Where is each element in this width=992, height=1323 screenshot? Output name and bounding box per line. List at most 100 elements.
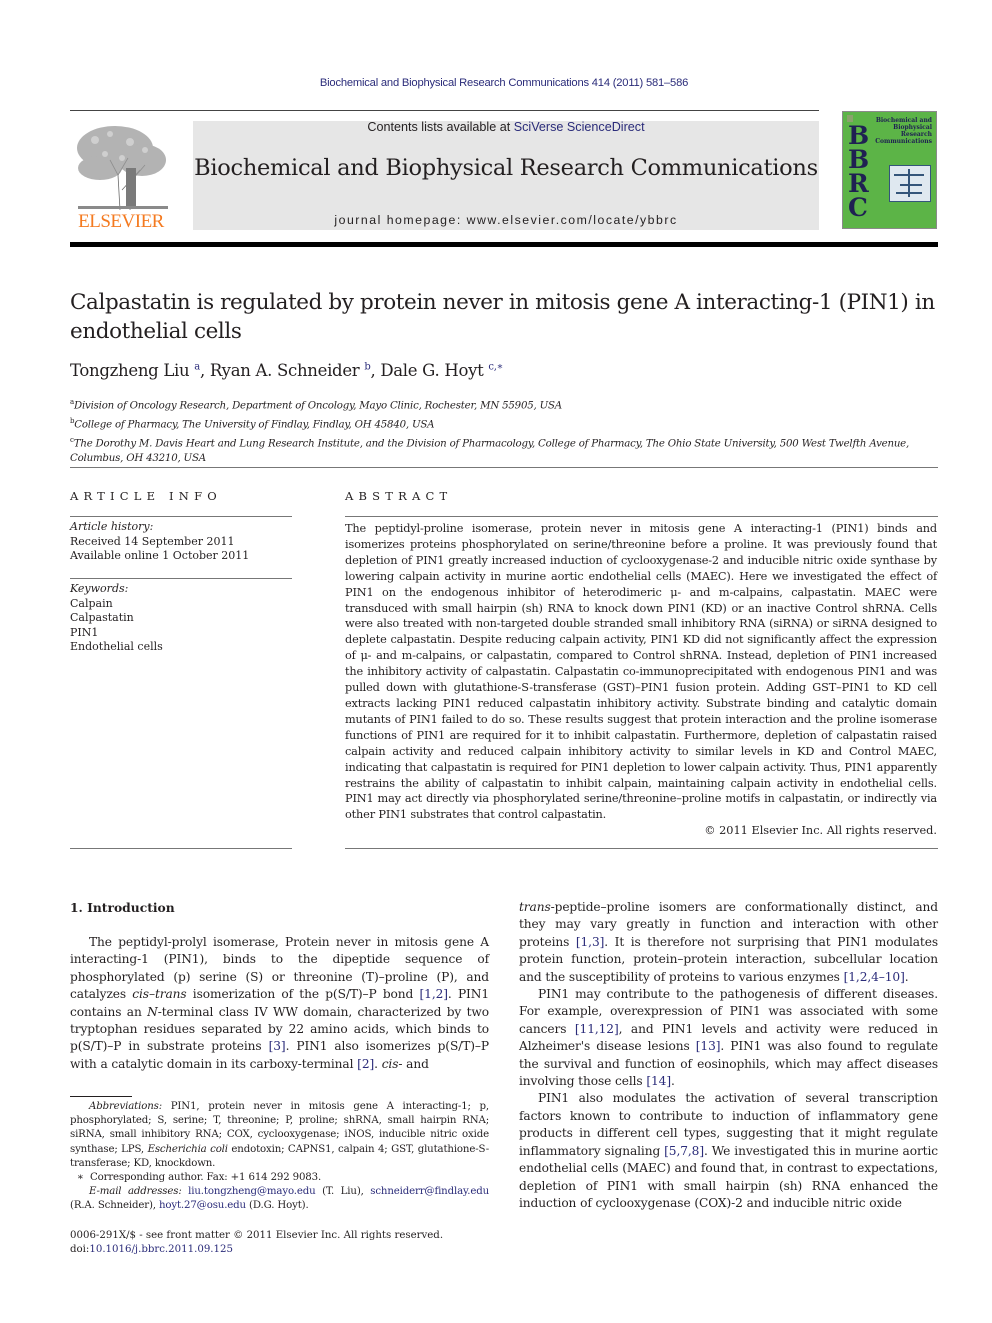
- italic-term: trans: [519, 900, 551, 914]
- body-right-column: trans-peptide–proline isomers are confor…: [519, 899, 938, 1212]
- text-run: .: [374, 1056, 382, 1071]
- sciencedirect-link[interactable]: SciVerse ScienceDirect: [514, 120, 645, 134]
- cover-letter: C: [848, 193, 868, 222]
- tree-icon: [77, 126, 168, 211]
- contents-prefix: Contents lists available at: [367, 120, 514, 134]
- author-separator: ,: [370, 361, 381, 380]
- issn-line: 0006-291X/$ - see front matter © 2011 El…: [70, 1230, 444, 1241]
- cover-title-line: Communications: [875, 138, 932, 145]
- citation-link[interactable]: [5,7,8]: [664, 1144, 704, 1158]
- author[interactable]: Ryan A. Schneider b: [210, 361, 371, 380]
- journal-homepage: journal homepage: www.elsevier.com/locat…: [193, 213, 819, 227]
- affiliation-mark[interactable]: c,∗: [488, 362, 503, 373]
- citation-link[interactable]: [1,2]: [420, 987, 449, 1001]
- affiliation: aDivision of Oncology Research, Departme…: [70, 395, 940, 414]
- cover-title-line: Biochemical and: [875, 117, 932, 124]
- received-date: Received 14 September 2011: [70, 534, 235, 548]
- section-heading-introduction: 1. Introduction: [70, 900, 175, 915]
- affiliations: aDivision of Oncology Research, Departme…: [70, 395, 940, 467]
- elsevier-wordmark[interactable]: ELSEVIER: [70, 211, 172, 233]
- title-block-rule: [70, 467, 938, 468]
- abstract-rule: [345, 516, 938, 517]
- italic-term: cis: [381, 1056, 399, 1071]
- journal-cover[interactable]: B B R C Biochemical and Biophysical Rese…: [842, 111, 937, 229]
- affiliation: bCollege of Pharmacy, The University of …: [70, 414, 940, 433]
- cover-image: [889, 165, 931, 202]
- cover-title: Biochemical and Biophysical Research Com…: [872, 117, 932, 145]
- footnote-rule: [70, 1096, 132, 1097]
- email-footnote: E-mail addresses: liu.tongzheng@mayo.edu…: [70, 1185, 489, 1213]
- homepage-prefix: journal homepage:: [334, 213, 467, 227]
- italic-term: N: [147, 1004, 158, 1019]
- footnotes: Abbreviations: PIN1, protein never in mi…: [70, 1100, 489, 1214]
- keywords-label: Keywords:: [70, 582, 129, 595]
- journal-title: Biochemical and Biophysical Research Com…: [194, 155, 818, 181]
- text-run: .: [671, 1074, 675, 1089]
- paragraph: trans-peptide–proline isomers are confor…: [519, 899, 938, 986]
- abbreviations-footnote: Abbreviations: PIN1, protein never in mi…: [70, 1100, 489, 1171]
- paragraph: The peptidyl-prolyl isomerase, Protein n…: [70, 934, 489, 1073]
- doi-line: doi:10.1016/j.bbrc.2011.09.125: [70, 1243, 489, 1257]
- affiliation-text: Division of Oncology Research, Departmen…: [73, 400, 562, 412]
- email-owner: (R.A. Schneider),: [70, 1200, 159, 1212]
- header-thick-rule: [70, 242, 938, 247]
- article-title: Calpastatin is regulated by protein neve…: [70, 290, 935, 344]
- paragraph: PIN1 also modulates the activation of se…: [519, 1090, 938, 1212]
- affiliation-text: The Dorothy M. Davis Heart and Lung Rese…: [70, 438, 910, 464]
- author[interactable]: Tongzheng Liu a: [70, 361, 200, 380]
- doi-link[interactable]: 10.1016/j.bbrc.2011.09.125: [89, 1244, 233, 1255]
- author-separator: ,: [199, 361, 210, 380]
- asterisk-icon: ∗: [77, 1172, 84, 1184]
- article-info-bottom-rule: [70, 848, 292, 849]
- keyword: Endothelial cells: [70, 640, 163, 653]
- author-list: Tongzheng Liu a, Ryan A. Schneider b, Da…: [70, 361, 940, 380]
- citation-link[interactable]: [13]: [696, 1039, 721, 1053]
- article-history: Article history: Received 14 September 2…: [70, 520, 292, 564]
- affiliation-text: College of Pharmacy, The University of F…: [74, 419, 435, 431]
- email-link[interactable]: liu.tongzheng@mayo.edu: [188, 1186, 316, 1197]
- citation-link[interactable]: [14]: [646, 1074, 671, 1088]
- article-info-rule: [70, 516, 292, 517]
- abstract-bottom-rule: [345, 848, 938, 849]
- text-run: isomerization of the p(S/T)–P bond: [186, 987, 420, 1002]
- corresponding-text: Corresponding author. Fax: +1 614 292 90…: [89, 1172, 322, 1184]
- body-left-column: The peptidyl-prolyl isomerase, Protein n…: [70, 934, 489, 1073]
- keyword: Calpastatin: [70, 611, 134, 624]
- abbreviations-italic: Escherichia coli: [147, 1143, 228, 1155]
- citation-link[interactable]: [11,12]: [575, 1022, 619, 1036]
- affiliation: cThe Dorothy M. Davis Heart and Lung Res…: [70, 433, 940, 467]
- citation-link[interactable]: [1,3]: [576, 935, 605, 949]
- abstract-text: The peptidyl-proline isomerase, protein …: [345, 522, 937, 822]
- article-info-heading: ARTICLE INFO: [70, 489, 222, 503]
- contents-line: Contents lists available at SciVerse Sci…: [193, 120, 819, 134]
- email-owner: (T. Liu),: [315, 1186, 371, 1198]
- author-name: Ryan A. Schneider: [209, 361, 360, 380]
- author-name: Dale G. Hoyt: [380, 361, 484, 380]
- keywords-block: Keywords: Calpain Calpastatin PIN1 Endot…: [70, 582, 292, 655]
- issn-doi-block: 0006-291X/$ - see front matter © 2011 El…: [70, 1229, 489, 1258]
- citation-link[interactable]: [2]: [357, 1057, 374, 1071]
- email-link[interactable]: schneiderr@findlay.edu: [370, 1186, 489, 1197]
- citation-link[interactable]: [1,2,4–10]: [844, 970, 905, 984]
- cover-title-line: Research: [900, 131, 932, 138]
- author[interactable]: Dale G. Hoyt c,∗: [380, 361, 503, 380]
- keyword: PIN1: [70, 625, 99, 639]
- author-name: Tongzheng Liu: [70, 361, 190, 380]
- header-rule: [70, 110, 819, 111]
- history-label: Article history:: [70, 520, 154, 533]
- journal-citation[interactable]: Biochemical and Biophysical Research Com…: [0, 77, 992, 89]
- keywords-rule: [70, 578, 292, 579]
- paragraph: PIN1 may contribute to the pathogenesis …: [519, 986, 938, 1090]
- available-date: Available online 1 October 2011: [70, 549, 250, 562]
- homepage-link[interactable]: www.elsevier.com/locate/ybbrc: [467, 213, 678, 227]
- corresponding-footnote: ∗ Corresponding author. Fax: +1 614 292 …: [70, 1171, 489, 1185]
- email-label: E-mail addresses:: [89, 1186, 182, 1198]
- email-link[interactable]: hoyt.27@osu.edu: [159, 1200, 246, 1211]
- citation-link[interactable]: [3]: [269, 1039, 286, 1053]
- email-owner: (D.G. Hoyt).: [245, 1200, 309, 1212]
- text-run: - and: [398, 1056, 429, 1071]
- doi-label: doi:: [70, 1244, 90, 1256]
- cover-title-line: Biophysical: [893, 124, 932, 131]
- keyword: Calpain: [70, 596, 113, 610]
- abbreviations-label: Abbreviations:: [89, 1101, 162, 1112]
